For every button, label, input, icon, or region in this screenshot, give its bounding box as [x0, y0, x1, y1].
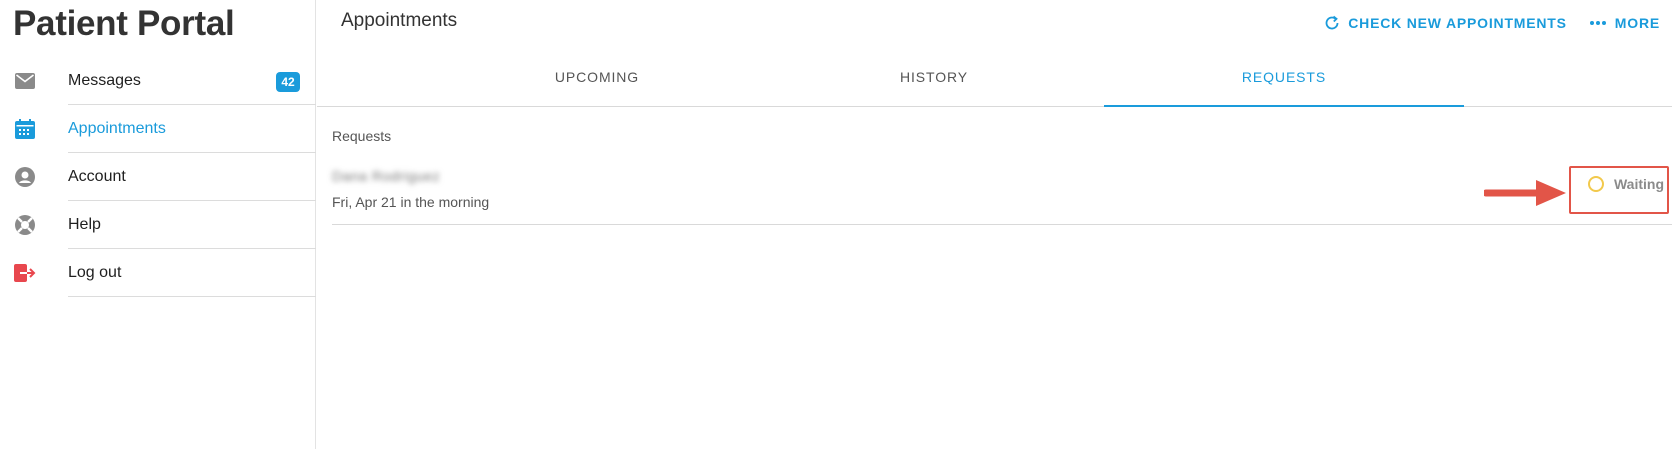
- provider-name: Dana Rodriguez: [332, 168, 441, 184]
- pending-circle-icon: [1587, 176, 1604, 192]
- status-badge: Waiting: [1587, 176, 1664, 192]
- refresh-icon: [1325, 15, 1339, 30]
- calendar-icon: [14, 118, 36, 140]
- unread-count-badge: 42: [276, 72, 300, 92]
- check-new-appointments-label: CHECK NEW APPOINTMENTS: [1348, 15, 1567, 31]
- sidebar-item-label: Messages: [68, 72, 141, 89]
- envelope-icon: [14, 70, 36, 92]
- logout-icon: [14, 262, 36, 284]
- app-title: Patient Portal: [13, 4, 235, 43]
- app-window: Patient Portal Messages 42 Appointments: [0, 0, 1672, 449]
- sidebar-item-label: Log out: [68, 264, 122, 281]
- sidebar-item-help[interactable]: Help: [0, 201, 316, 249]
- tab-bar: UPCOMING HISTORY REQUESTS: [317, 56, 1672, 107]
- tab-requests[interactable]: REQUESTS: [1104, 56, 1464, 107]
- sidebar-item-appointments[interactable]: Appointments: [0, 105, 316, 153]
- requested-time: Fri, Apr 21 in the morning: [332, 194, 490, 210]
- page-title: Appointments: [341, 10, 458, 31]
- sidebar: Patient Portal Messages 42 Appointments: [0, 0, 316, 449]
- annotation-arrow-icon: [1484, 180, 1566, 206]
- list-item[interactable]: Dana Rodriguez Fri, Apr 21 in the mornin…: [332, 158, 1672, 225]
- sidebar-item-logout[interactable]: Log out: [0, 249, 316, 297]
- divider: [68, 296, 316, 297]
- sidebar-nav: Messages 42 Appointments Account Help Lo…: [0, 57, 316, 297]
- more-dots-icon: [1589, 21, 1606, 25]
- sidebar-item-label: Account: [68, 168, 126, 185]
- status-label: Waiting: [1613, 176, 1664, 192]
- sidebar-item-messages[interactable]: Messages 42: [0, 57, 316, 105]
- tab-upcoming[interactable]: UPCOMING: [417, 56, 777, 107]
- check-new-appointments-button[interactable]: CHECK NEW APPOINTMENTS: [1324, 12, 1567, 34]
- header-actions: CHECK NEW APPOINTMENTS MORE: [1302, 12, 1660, 34]
- more-label: MORE: [1614, 15, 1660, 31]
- user-circle-icon: [14, 166, 36, 188]
- sidebar-item-label: Appointments: [68, 120, 166, 137]
- tab-history[interactable]: HISTORY: [754, 56, 1114, 107]
- main-panel: Appointments CHECK NEW APPOINTMENTS MORE…: [317, 0, 1672, 449]
- sidebar-item-account[interactable]: Account: [0, 153, 316, 201]
- section-label: Requests: [332, 128, 392, 144]
- more-button[interactable]: MORE: [1589, 12, 1660, 34]
- lifebuoy-icon: [14, 214, 36, 236]
- sidebar-item-label: Help: [68, 216, 101, 233]
